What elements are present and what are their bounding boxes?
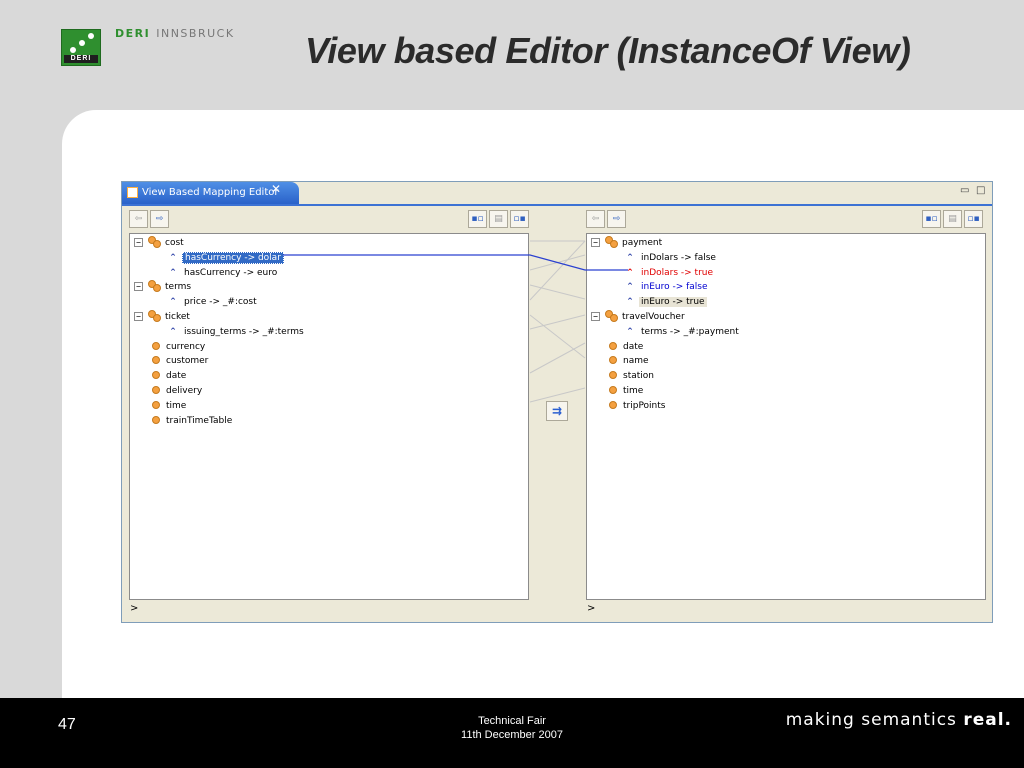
guide-line [529,240,586,301]
map-button[interactable]: ⇉ [546,401,568,421]
mapping-lines [283,240,628,403]
guide-line [529,284,586,300]
guide-line [529,342,586,374]
slogan: making semantics real. [786,710,1012,730]
guide-line [529,387,586,403]
slogan-prefix: making semantics [785,710,957,730]
footer: 47 Technical Fair 11th December 2007 mak… [0,698,1024,768]
guide-line [529,314,586,359]
event-date: 11th December 2007 [461,729,563,741]
slogan-emphasis: real. [963,710,1012,730]
